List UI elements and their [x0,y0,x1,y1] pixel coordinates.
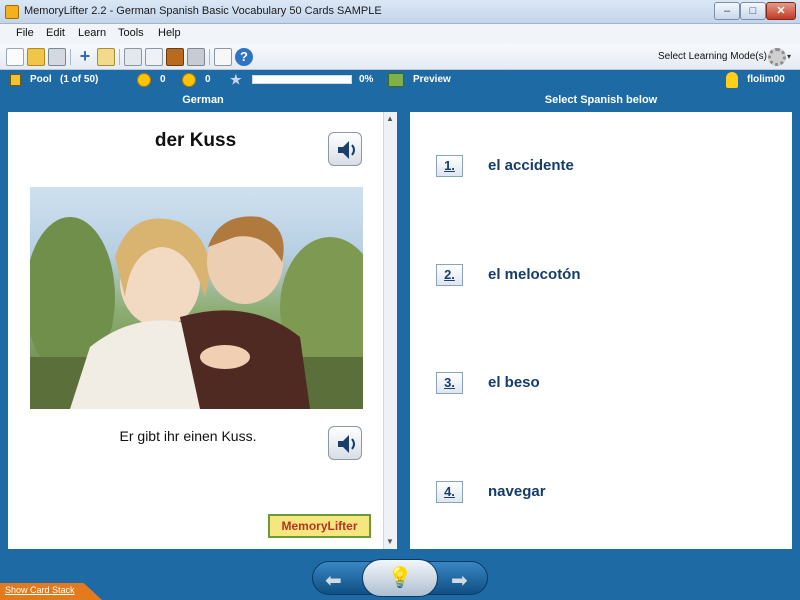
print-icon[interactable] [48,48,66,66]
bottom-bar: ⬅ ➡ 💡 Show Card Stack [0,557,800,600]
open-folder-icon[interactable] [27,48,45,66]
minimize-button[interactable]: – [714,2,740,20]
help-icon[interactable]: ? [235,48,253,66]
speaker-icon [338,435,355,453]
answer-header: Select Spanish below [544,94,658,106]
user-name: flolim00 [747,74,785,85]
menu-bar: File Edit Learn Tools Help [0,24,800,44]
scroll-down-icon[interactable]: ▼ [386,537,394,546]
previous-arrow-icon[interactable]: ⬅ [325,568,342,593]
question-scrollbar[interactable]: ▲ ▼ [383,112,397,549]
example-sentence: Er gibt ihr einen Kuss. [119,428,257,444]
preview-label[interactable]: Preview [413,74,451,85]
learning-mode-label[interactable]: Select Learning Mode(s) [658,51,767,62]
word-audio-button[interactable] [328,132,362,166]
toolbar-separator [119,49,120,65]
next-arrow-icon[interactable]: ➡ [451,568,468,593]
menu-learn[interactable]: Learn [78,27,106,39]
print-cards-icon[interactable] [145,48,163,66]
happy-smiley-icon [137,73,151,87]
answer-2-text[interactable]: el melocotón [488,266,581,283]
toolbar-separator [209,49,210,65]
wrong-count: 0 [205,74,211,85]
gear-icon[interactable] [768,48,786,66]
progress-bar [252,75,352,84]
menu-tools[interactable]: Tools [118,27,144,39]
toolbar: + ? Select Learning Mode(s) ▾ [0,44,800,70]
memorylifter-logo: MemoryLifter [268,514,371,538]
question-card: der Kuss Er gibt ihr einen Kuss. MemoryL… [8,112,383,549]
presentation-icon[interactable] [124,48,142,66]
hint-button[interactable]: 💡 [362,559,438,597]
show-card-stack-link[interactable]: Show Card Stack [5,585,75,595]
app-icon [5,5,19,19]
lightbulb-icon: 💡 [387,567,413,589]
status-bar: Pool (1 of 50) 0 0 ★ 0% Preview flolim00 [0,70,800,90]
answer-1-text[interactable]: el accidente [488,157,574,174]
answer-4-text[interactable]: navegar [488,483,546,500]
question-word: der Kuss [154,130,237,151]
close-button[interactable]: ✕ [766,2,796,20]
speaker-icon [338,141,355,159]
character-map-icon[interactable] [214,48,232,66]
user-icon [726,72,738,88]
menu-help[interactable]: Help [158,27,181,39]
answer-1-button[interactable]: 1. [436,155,463,177]
question-header: German [182,94,224,106]
pool-count: (1 of 50) [60,74,99,85]
chevron-down-icon[interactable]: ▾ [787,52,791,61]
answer-3-button[interactable]: 3. [436,372,463,394]
star-icon: ★ [230,72,242,87]
answer-card: 1. el accidente 2. el melocotón 3. el be… [410,112,792,549]
new-file-icon[interactable] [6,48,24,66]
sentence-audio-button[interactable] [328,426,362,460]
dictionary-icon[interactable] [166,48,184,66]
answer-2-button[interactable]: 2. [436,264,463,286]
right-count: 0 [160,74,166,85]
window-title: MemoryLifter 2.2 - German Spanish Basic … [24,5,382,17]
maximize-button[interactable]: □ [740,2,766,20]
title-bar: MemoryLifter 2.2 - German Spanish Basic … [0,0,800,24]
menu-file[interactable]: File [16,27,34,39]
menu-edit[interactable]: Edit [46,27,65,39]
card-image [30,187,363,409]
edit-card-icon[interactable] [97,48,115,66]
toolbar-separator [70,49,71,65]
preview-icon[interactable] [388,73,404,87]
progress-percent: 0% [359,74,374,85]
main-area: German Select Spanish below der Kuss Er … [0,90,800,557]
add-card-icon[interactable]: + [76,47,94,66]
answer-4-button[interactable]: 4. [436,481,463,503]
kissing-children-image [30,216,363,409]
scroll-up-icon[interactable]: ▲ [386,114,394,123]
pool-label: Pool [30,74,52,85]
tools-icon[interactable] [187,48,205,66]
show-card-stack-tab[interactable]: Show Card Stack [0,583,102,600]
pool-icon [10,74,21,86]
answer-3-text[interactable]: el beso [488,374,540,391]
sad-smiley-icon [182,73,196,87]
